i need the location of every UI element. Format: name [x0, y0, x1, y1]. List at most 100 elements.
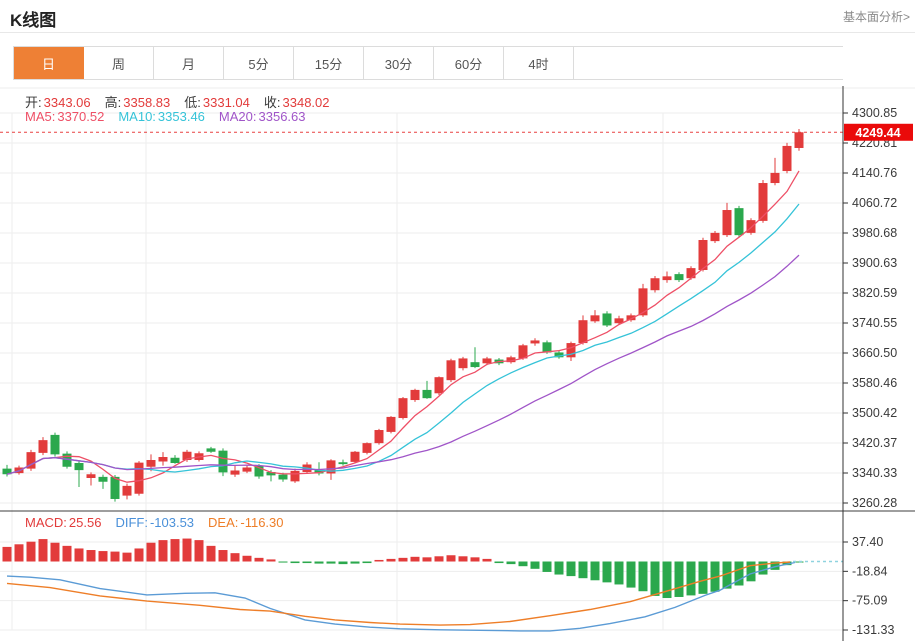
- candle-body: [86, 474, 96, 478]
- macd-bar: [74, 548, 84, 562]
- info-value: -103.53: [149, 515, 195, 530]
- chart-area[interactable]: 4300.85 4220.81 4140.76 4060.72 3980.68 3900.…: [0, 86, 915, 641]
- macd-bar: [218, 550, 228, 562]
- candle-body: [722, 210, 732, 236]
- price-axis-label: 3900.63: [852, 256, 897, 270]
- macd-bar: [494, 561, 504, 564]
- info-label: 高:: [104, 95, 122, 110]
- tab-4时[interactable]: 4时: [504, 47, 574, 79]
- info-label: 开:: [25, 95, 42, 110]
- ma20-line: [6, 254, 800, 475]
- price-axis-label: 3820.59: [852, 286, 897, 300]
- candle-body: [242, 467, 252, 472]
- macd-bar: [530, 561, 540, 569]
- macd-bar: [14, 544, 24, 562]
- title-separator: [0, 32, 915, 33]
- candle-body: [278, 474, 288, 480]
- candle-body: [38, 440, 48, 453]
- macd-bar: [578, 561, 588, 579]
- candle-body: [398, 398, 408, 419]
- candle-body: [746, 220, 756, 233]
- price-axis-label: 4300.85: [852, 106, 897, 120]
- macd-bar: [674, 561, 684, 597]
- macd-bar: [146, 542, 156, 562]
- price-axis-label: 4060.72: [852, 196, 897, 210]
- info-label: 低:: [184, 95, 201, 110]
- price-axis-label: 3420.37: [852, 436, 897, 450]
- macd-bar: [434, 556, 444, 562]
- macd-bar: [698, 561, 708, 594]
- info-value: 3343.06: [43, 95, 91, 110]
- fundamental-analysis-link[interactable]: 基本面分析>: [843, 8, 910, 25]
- macd-bar: [398, 557, 408, 562]
- macd-axis-label: -18.84: [852, 564, 887, 578]
- macd-bar: [638, 561, 648, 592]
- candle-body: [758, 183, 768, 221]
- macd-bar: [458, 556, 468, 562]
- candle-body: [674, 274, 684, 281]
- macd-bar: [338, 561, 348, 565]
- current-price-tag-text: 4249.44: [855, 126, 900, 140]
- candle-body: [362, 443, 372, 453]
- macd-bar: [158, 540, 168, 562]
- macd-bar: [134, 548, 144, 562]
- candle-body: [338, 462, 348, 465]
- price-axis-label: 3740.55: [852, 316, 897, 330]
- macd-axis-label: -75.09: [852, 594, 887, 608]
- price-axis-label: 3660.50: [852, 346, 897, 360]
- candle-body: [74, 463, 84, 471]
- info-value: 3353.46: [157, 109, 205, 124]
- candle-body: [662, 276, 672, 281]
- info-label: MA5:: [25, 109, 56, 124]
- tab-5分[interactable]: 5分: [224, 47, 294, 79]
- macd-bar: [374, 559, 384, 562]
- info-value: 25.56: [68, 515, 102, 530]
- candle-body: [770, 172, 780, 184]
- macd-bar: [2, 546, 12, 562]
- macd-bar: [254, 557, 264, 562]
- candle-body: [710, 232, 720, 242]
- macd-bar: [590, 561, 600, 581]
- price-axis-label: 4140.76: [852, 166, 897, 180]
- tab-15分[interactable]: 15分: [294, 47, 364, 79]
- tab-60分[interactable]: 60分: [434, 47, 504, 79]
- candle-body: [158, 457, 168, 462]
- price-axis-label: 3980.68: [852, 226, 897, 240]
- kline-chart-svg[interactable]: 4300.854220.814140.764060.723980.683900.…: [0, 86, 915, 641]
- candle-body: [602, 313, 612, 326]
- macd-bar: [386, 558, 396, 562]
- macd-bar: [614, 561, 624, 585]
- tab-日[interactable]: 日: [14, 47, 84, 79]
- candle-body: [422, 389, 432, 399]
- macd-bar: [686, 561, 696, 596]
- macd-bar: [506, 561, 516, 565]
- candle-body: [578, 320, 588, 344]
- info-value: 3356.63: [258, 109, 306, 124]
- macd-bar: [446, 555, 456, 562]
- candle-body: [170, 457, 180, 464]
- macd-bar: [626, 561, 636, 588]
- tab-周[interactable]: 周: [84, 47, 154, 79]
- period-tabbar: 日周月 5分 15分 30分 60分 4时: [13, 46, 843, 80]
- candle-body: [650, 278, 660, 291]
- macd-bar: [50, 542, 60, 562]
- tab-月[interactable]: 月: [154, 47, 224, 79]
- macd-bar: [410, 556, 420, 562]
- macd-bar: [62, 545, 72, 562]
- candle-body: [410, 389, 420, 401]
- candle-body: [374, 430, 384, 444]
- candle-body: [590, 315, 600, 322]
- macd-bar: [554, 561, 564, 575]
- tab-30分[interactable]: 30分: [364, 47, 434, 79]
- macd-bar: [602, 561, 612, 583]
- macd-axis-label: -131.33: [852, 623, 894, 637]
- macd-bar: [482, 558, 492, 562]
- macd-bar: [26, 541, 36, 562]
- candle-body: [458, 358, 468, 369]
- candle-body: [350, 451, 360, 462]
- macd-axis-label: 37.40: [852, 535, 883, 549]
- info-label: MA20:: [218, 109, 257, 124]
- candle-body: [110, 476, 120, 499]
- macd-bar: [230, 553, 240, 562]
- macd-bar: [182, 538, 192, 562]
